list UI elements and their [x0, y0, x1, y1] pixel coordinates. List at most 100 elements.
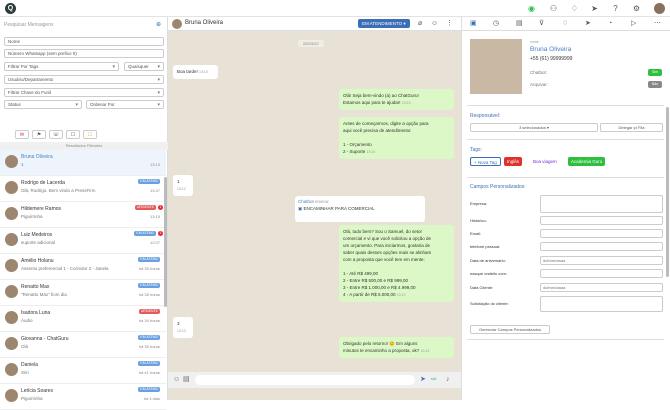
contact-avatar	[5, 259, 18, 272]
message-time: há 4 dias	[143, 396, 160, 401]
contact-list-item[interactable]: Bruna Oliveira 1 13:13	[0, 150, 166, 176]
send-message-icon[interactable]: ➤	[420, 376, 426, 384]
message-bubble: Obrigado pelo retorno! 😊 Em alguns minut…	[339, 337, 454, 358]
archive-label: Arquivar:	[530, 82, 549, 87]
last-message: Piguirrinha	[21, 214, 43, 219]
message-time: 13:15	[149, 214, 160, 219]
star-filter-icon[interactable]: ☐	[83, 130, 97, 139]
contact-photo	[470, 39, 522, 94]
chatbot-toggle[interactable]: Sim	[648, 69, 662, 76]
emoji-picker-icon[interactable]: ☺	[173, 376, 180, 384]
message-bubble: Olá, tudo bem? Sou o Samuel, do setor co…	[339, 225, 454, 302]
delegate-queue-button[interactable]: Delegar p/ Fila	[600, 123, 663, 132]
phone-filter-icon[interactable]: ☏	[49, 130, 63, 139]
email-input[interactable]	[540, 229, 663, 238]
chat-contact-name[interactable]: Bruna Oliveira	[185, 20, 223, 26]
contact-list-item[interactable]: Rodrigo de Lacerda Olá, Rodrigo. Bem vind…	[0, 176, 166, 202]
archive-toggle[interactable]: Não	[648, 81, 662, 88]
message-input[interactable]	[195, 375, 415, 385]
tab-funnel-icon[interactable]: ⊽	[539, 20, 544, 28]
user-department-select[interactable]: Usuário/Departamento	[4, 75, 164, 84]
app-logo[interactable]: Q	[5, 3, 16, 14]
message-composer: ☺ ▤ ➤ ⇨ ♪	[168, 372, 461, 388]
attendance-status-button[interactable]: EM ATENDIMENTO ▾	[358, 19, 410, 28]
message-bubble: Antes de começarmos, digite a opção para…	[339, 117, 454, 159]
contact-list-item[interactable]: Renatto Max "Renatto Max" fiom dia há 38 h…	[0, 280, 166, 306]
contact-list-item[interactable]: Isadora Luna Áudio há 34 horas URGENTE	[0, 306, 166, 332]
divider	[467, 339, 664, 340]
tab-play-icon[interactable]: ▷	[631, 20, 636, 28]
origin-input[interactable]	[540, 269, 663, 278]
user-avatar[interactable]	[654, 3, 665, 14]
contact-name: Isadora Luna	[21, 310, 51, 316]
client-request-input[interactable]	[540, 296, 663, 312]
quick-reply-icon[interactable]: ⇨	[431, 376, 437, 384]
flag-filter-icon[interactable]: ⚑	[32, 130, 46, 139]
more-icon[interactable]: ⋮	[446, 20, 453, 28]
status-badge: EM ATEND	[138, 361, 160, 366]
tab-bell-icon[interactable]: ♢	[562, 20, 568, 28]
help-icon[interactable]: ?	[611, 4, 620, 13]
send-icon[interactable]: ➤	[590, 4, 599, 13]
responsible-select[interactable]: 3 selecionados ▾	[470, 123, 598, 132]
contact-name: Renatto Max	[21, 284, 50, 290]
status-select[interactable]: Status	[4, 100, 82, 109]
last-message: Piguirrinha	[21, 396, 43, 401]
contact-list-item[interactable]: Amélio Holanu Assento preferencial 1 - Co…	[0, 254, 166, 280]
people-icon[interactable]: ⚇	[549, 4, 558, 13]
whatsapp-icon[interactable]: ◉	[527, 4, 536, 13]
new-tag-button[interactable]: + Nova Tag	[470, 157, 501, 166]
tab-history-icon[interactable]: ◷	[493, 20, 499, 28]
details-scrollbar[interactable]	[666, 107, 669, 277]
tag-chip[interactable]: Academia Guru	[568, 157, 606, 166]
tab-contact-icon[interactable]: ▣	[470, 20, 477, 28]
tab-clock-icon[interactable]: ◔	[608, 20, 612, 28]
template-icon[interactable]: ▤	[183, 376, 190, 384]
settings-icon[interactable]: ⚙	[632, 4, 641, 13]
client-date-input[interactable]: dd/mm/aaaa	[540, 283, 663, 292]
contact-name: Giovanna - ChatGuru	[21, 336, 69, 342]
tab-more-icon[interactable]: ⋯	[654, 20, 661, 28]
funnel-key-select[interactable]: Filtrar Chave do Funil	[4, 88, 164, 97]
contact-list-item[interactable]: Hildemere Ramos Piguirrinha 13:15 URGENTE 1	[0, 202, 166, 228]
name-filter-input[interactable]: Nome	[4, 37, 164, 46]
manage-custom-fields-button[interactable]: Gerenciar Campos Personalizados	[470, 325, 550, 334]
custom-fields-label: Campos Personalizados:	[470, 184, 526, 190]
contact-list-item[interactable]: Luiz Medeiros suporte adicional 12:07 EM AT…	[0, 228, 166, 254]
personal-phone-input[interactable]	[540, 242, 663, 251]
message-time: há 35 horas	[138, 344, 160, 349]
company-input[interactable]	[540, 195, 663, 213]
birthday-input[interactable]: dd/mm/aaaa	[540, 256, 663, 265]
search-messages[interactable]: Pesquisar Mensagens	[4, 20, 154, 30]
contact-avatar[interactable]	[172, 19, 182, 29]
contact-name: Bruna Oliveira	[21, 154, 53, 160]
last-message: 1	[21, 162, 24, 167]
tag-chip[interactable]: Boa viagem	[530, 157, 560, 166]
contact-name[interactable]: Bruna Oliveira	[530, 46, 571, 53]
add-contact-icon[interactable]: ⊕	[156, 21, 161, 28]
contact-avatar	[5, 233, 18, 246]
contact-list-item[interactable]: Letícia Soares Piguirrinha há 4 dias EM ATE…	[0, 384, 166, 410]
chatbot-card: Chatbot enviou: ▣ ENCAMINHAR PARA COMERC…	[295, 196, 425, 222]
whatsapp-filter-input[interactable]: Número Whatsapp (sem prefixo 0)	[4, 49, 164, 58]
tab-notes-icon[interactable]: ▤	[516, 20, 523, 28]
bell-icon[interactable]: ♢	[570, 4, 579, 13]
tag-chip[interactable]: Inglês	[504, 157, 523, 166]
unread-badge: 1	[158, 205, 163, 210]
attach-icon[interactable]: ⌀	[418, 20, 422, 28]
microphone-icon[interactable]: ♪	[446, 376, 450, 384]
contact-list-item[interactable]: Daniela Sim há 41 horas EM ATEND	[0, 358, 166, 384]
message-time: 13:47	[149, 188, 160, 193]
unread-filter-icon[interactable]: ✉	[15, 130, 29, 139]
order-by-select[interactable]: Ordenar Por	[86, 100, 164, 109]
contact-list-item[interactable]: Giovanna - ChatGuru Olá há 35 horas EM ATEN…	[0, 332, 166, 358]
tags-filter-select[interactable]: Filtrar Por Tags	[4, 62, 119, 71]
tags-match-select[interactable]: Quaisquer	[124, 62, 164, 71]
message-bubble: Olá! Seja bem-vindo (a) ao ChatGuru! Est…	[339, 89, 454, 110]
message-time: há 35 horas	[138, 266, 160, 271]
emoji-icon[interactable]: ☺	[431, 20, 438, 28]
contact-list-scrollbar[interactable]	[164, 177, 167, 307]
box-filter-icon[interactable]: ☐	[66, 130, 80, 139]
history-input[interactable]	[540, 216, 663, 225]
tab-send-icon[interactable]: ➤	[585, 20, 591, 28]
